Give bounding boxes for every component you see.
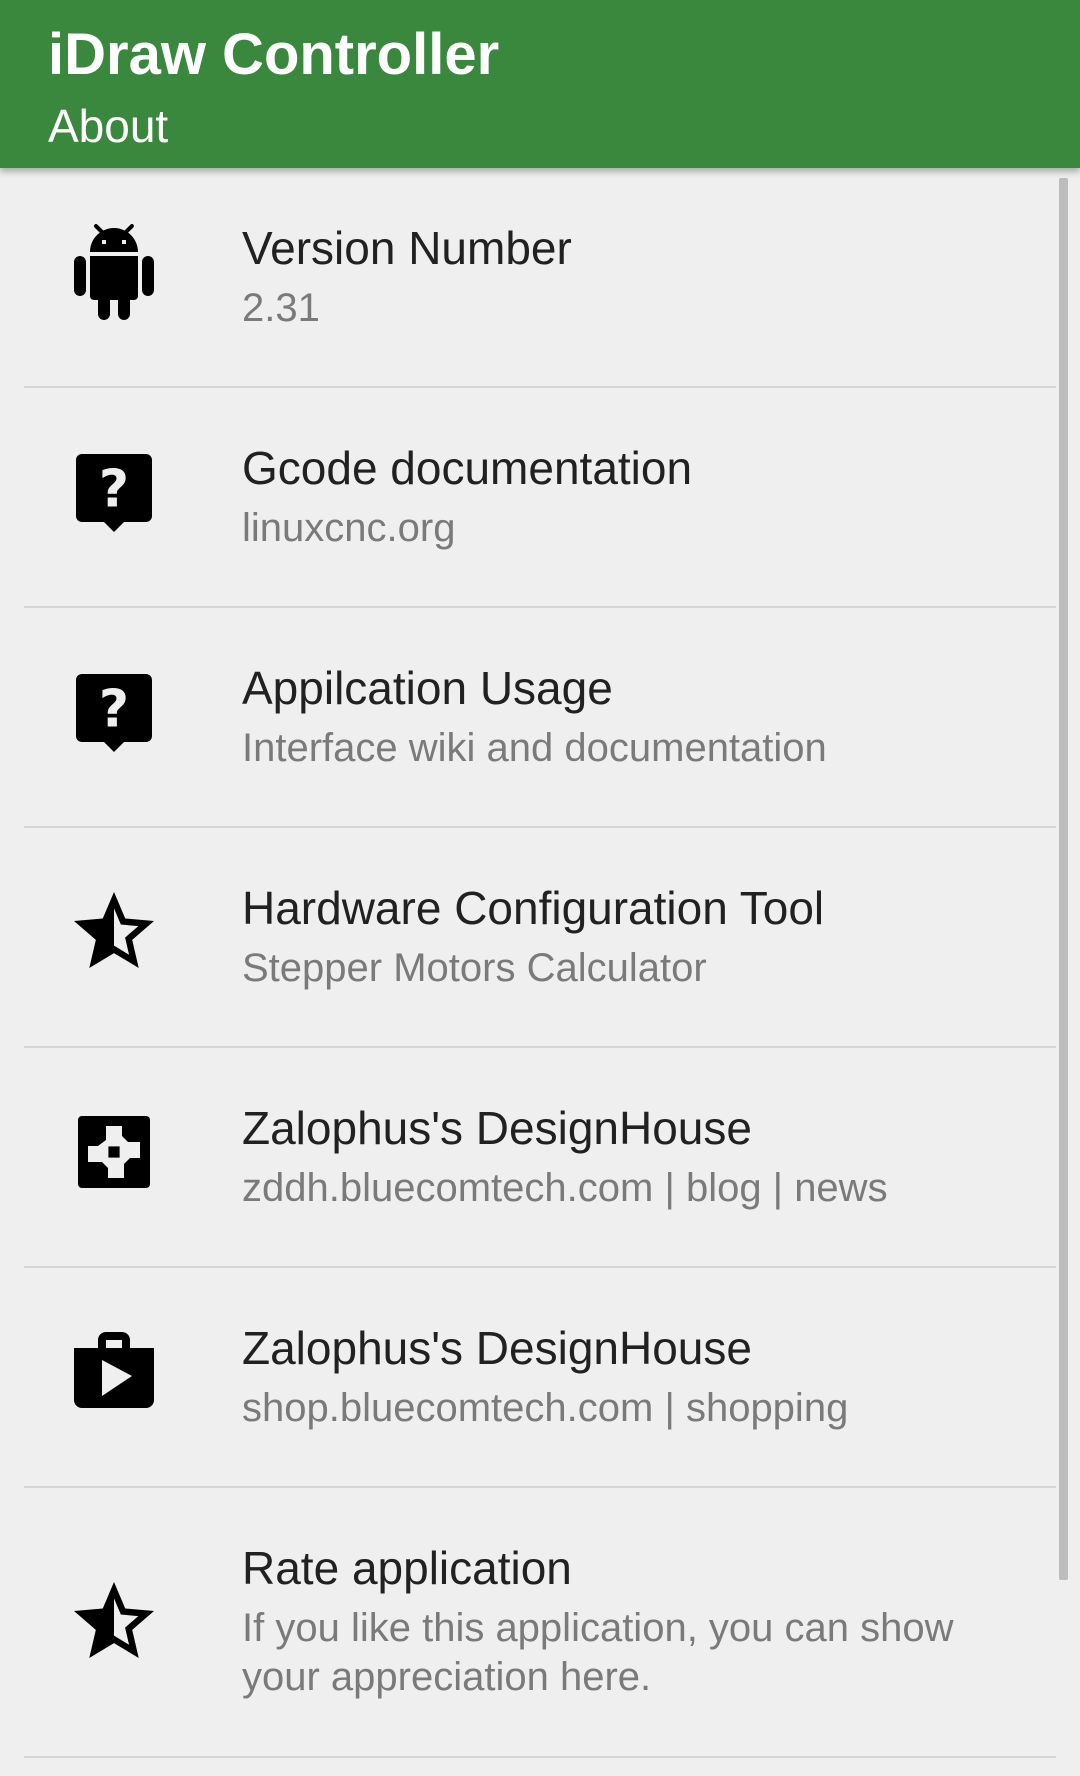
pref-application-usage[interactable]: ? Appilcation Usage Interface wiki and d… bbox=[0, 608, 1080, 828]
scrollbar[interactable] bbox=[1059, 178, 1068, 1580]
app-bar: iDraw Controller About bbox=[0, 0, 1080, 168]
android-icon bbox=[66, 224, 162, 320]
pref-title: Hardware Configuration Tool bbox=[242, 882, 825, 934]
pref-title: Rate application bbox=[242, 1542, 572, 1594]
pref-summary: Stepper Motors Calculator bbox=[242, 946, 707, 990]
pref-title: Zalophus's DesignHouse bbox=[242, 1102, 752, 1154]
preference-list: Version Number 2.31 ? Gcode documentatio… bbox=[0, 168, 1080, 1776]
shop-icon bbox=[66, 1324, 162, 1420]
pref-summary: If you like this application, you can sh… bbox=[242, 1606, 954, 1699]
pref-summary: Interface wiki and documentation bbox=[242, 726, 827, 770]
pref-version-number[interactable]: Version Number 2.31 bbox=[0, 168, 1080, 388]
pref-summary: 2.31 bbox=[242, 286, 320, 330]
star-half-icon bbox=[66, 1574, 162, 1670]
pref-hardware-configuration-tool[interactable]: Hardware Configuration Tool Stepper Moto… bbox=[0, 828, 1080, 1048]
pref-title: Gcode documentation bbox=[242, 442, 693, 494]
pref-designhouse-shop[interactable]: Zalophus's DesignHouse shop.bluecomtech.… bbox=[0, 1268, 1080, 1488]
pref-gcode-documentation[interactable]: ? Gcode documentation linuxcnc.org bbox=[0, 388, 1080, 608]
pref-designhouse-blog[interactable]: Zalophus's DesignHouse zddh.bluecomtech.… bbox=[0, 1048, 1080, 1268]
pref-title: Appilcation Usage bbox=[242, 662, 613, 714]
divider bbox=[24, 1756, 1056, 1758]
app-subtitle: About bbox=[48, 100, 169, 152]
pref-rate-application[interactable]: Rate application If you like this applic… bbox=[0, 1488, 1080, 1758]
extension-icon bbox=[66, 1104, 162, 1200]
help-icon: ? bbox=[66, 444, 162, 540]
help-icon: ? bbox=[66, 664, 162, 760]
star-half-icon bbox=[66, 884, 162, 980]
pref-title: Zalophus's DesignHouse bbox=[242, 1322, 752, 1374]
pref-title: Version Number bbox=[242, 222, 572, 274]
svg-text:?: ? bbox=[99, 459, 129, 519]
pref-summary: zddh.bluecomtech.com | blog | news bbox=[242, 1166, 888, 1210]
app-title: iDraw Controller bbox=[48, 22, 500, 87]
pref-summary: linuxcnc.org bbox=[242, 506, 456, 550]
pref-summary: shop.bluecomtech.com | shopping bbox=[242, 1386, 849, 1430]
svg-text:?: ? bbox=[99, 679, 129, 739]
